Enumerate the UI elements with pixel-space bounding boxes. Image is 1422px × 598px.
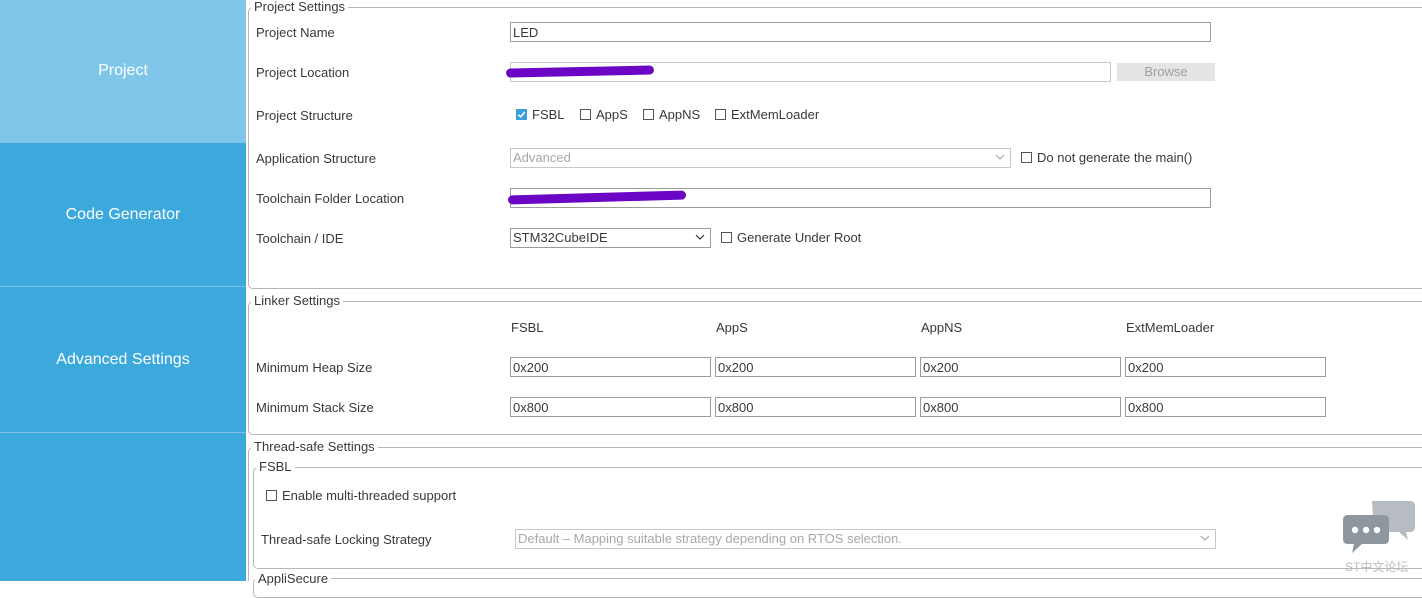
project-name-label: Project Name: [256, 25, 335, 40]
structure-extmemloader-checkbox[interactable]: ExtMemLoader: [715, 107, 819, 122]
browse-button[interactable]: Browse: [1117, 63, 1215, 81]
checkbox-box: [1021, 152, 1032, 163]
structure-appns-checkbox[interactable]: AppNS: [643, 107, 700, 122]
project-name-input[interactable]: [510, 22, 1211, 42]
fsbl-thread-group: [253, 467, 1422, 569]
heap-fsbl-input[interactable]: [510, 357, 711, 377]
chevron-down-icon: [995, 154, 1005, 160]
toolchain-ide-label: Toolchain / IDE: [256, 231, 344, 246]
project-location-label: Project Location: [256, 65, 350, 80]
sidebar-item-empty: [0, 433, 246, 581]
locking-strategy-label: Thread-safe Locking Strategy: [261, 532, 432, 547]
sidebar-item-label: Advanced Settings: [56, 350, 190, 368]
application-structure-label: Application Structure: [256, 151, 376, 166]
project-settings-legend: Project Settings: [251, 0, 349, 14]
fsbl-thread-legend: FSBL: [256, 460, 295, 474]
heap-extmemloader-input[interactable]: [1125, 357, 1326, 377]
min-heap-label: Minimum Heap Size: [256, 360, 373, 375]
linker-column-appns: AppNS: [921, 320, 963, 335]
sidebar-item-advanced-settings[interactable]: Advanced Settings: [0, 287, 246, 433]
heap-appns-input[interactable]: [920, 357, 1121, 377]
check-icon: [516, 109, 527, 120]
sidebar-item-label: Project: [98, 62, 148, 79]
toolchain-ide-select[interactable]: STM32CubeIDE: [510, 228, 711, 248]
linker-settings-legend: Linker Settings: [251, 294, 343, 308]
min-stack-label: Minimum Stack Size: [256, 400, 374, 415]
application-structure-select[interactable]: Advanced: [510, 148, 1011, 168]
project-structure-label: Project Structure: [256, 108, 353, 123]
structure-apps-label: AppS: [596, 107, 628, 122]
applisecure-group: [253, 578, 1422, 598]
application-structure-value: Advanced: [513, 150, 571, 165]
toolchain-folder-label: Toolchain Folder Location: [256, 191, 405, 206]
multithread-label: Enable multi-threaded support: [282, 488, 457, 503]
generate-under-root-label: Generate Under Root: [737, 230, 862, 245]
structure-extmemloader-label: ExtMemLoader: [731, 107, 820, 122]
locking-strategy-value: Default – Mapping suitable strategy depe…: [518, 531, 902, 546]
checkbox-box: [580, 109, 591, 120]
no-main-checkbox[interactable]: Do not generate the main(): [1021, 150, 1192, 165]
chevron-down-icon: [695, 234, 705, 240]
generate-under-root-checkbox[interactable]: Generate Under Root: [721, 230, 861, 245]
sidebar-item-project[interactable]: Project: [0, 0, 246, 143]
chevron-down-icon: [1200, 535, 1210, 541]
checkbox-box: [715, 109, 726, 120]
structure-apps-checkbox[interactable]: AppS: [580, 107, 628, 122]
stack-fsbl-input[interactable]: [510, 397, 711, 417]
no-main-label: Do not generate the main(): [1037, 150, 1193, 165]
sidebar: Project Code Generator Advanced Settings: [0, 0, 246, 581]
applisecure-legend: AppliSecure: [255, 572, 332, 586]
checkbox-box: [266, 490, 277, 501]
structure-fsbl-checkbox[interactable]: FSBL: [516, 107, 565, 122]
checkbox-box: [721, 232, 732, 243]
linker-column-extmemloader: ExtMemLoader: [1126, 320, 1215, 335]
heap-apps-input[interactable]: [715, 357, 916, 377]
structure-appns-label: AppNS: [659, 107, 701, 122]
checkbox-box: [643, 109, 654, 120]
structure-fsbl-label: FSBL: [532, 107, 565, 122]
multithread-checkbox[interactable]: Enable multi-threaded support: [266, 488, 456, 503]
sidebar-item-label: Code Generator: [65, 205, 181, 223]
locking-strategy-select[interactable]: Default – Mapping suitable strategy depe…: [515, 529, 1216, 549]
stack-apps-input[interactable]: [715, 397, 916, 417]
watermark-text: ST中文论坛: [1345, 560, 1409, 574]
thread-safe-legend: Thread-safe Settings: [251, 440, 378, 454]
stack-extmemloader-input[interactable]: [1125, 397, 1326, 417]
linker-column-fsbl: FSBL: [511, 320, 544, 335]
sidebar-item-code-generator[interactable]: Code Generator: [0, 143, 246, 287]
chat-bubble-icon: [1343, 501, 1415, 553]
toolchain-ide-value: STM32CubeIDE: [513, 230, 608, 245]
linker-column-apps: AppS: [716, 320, 748, 335]
stack-appns-input[interactable]: [920, 397, 1121, 417]
